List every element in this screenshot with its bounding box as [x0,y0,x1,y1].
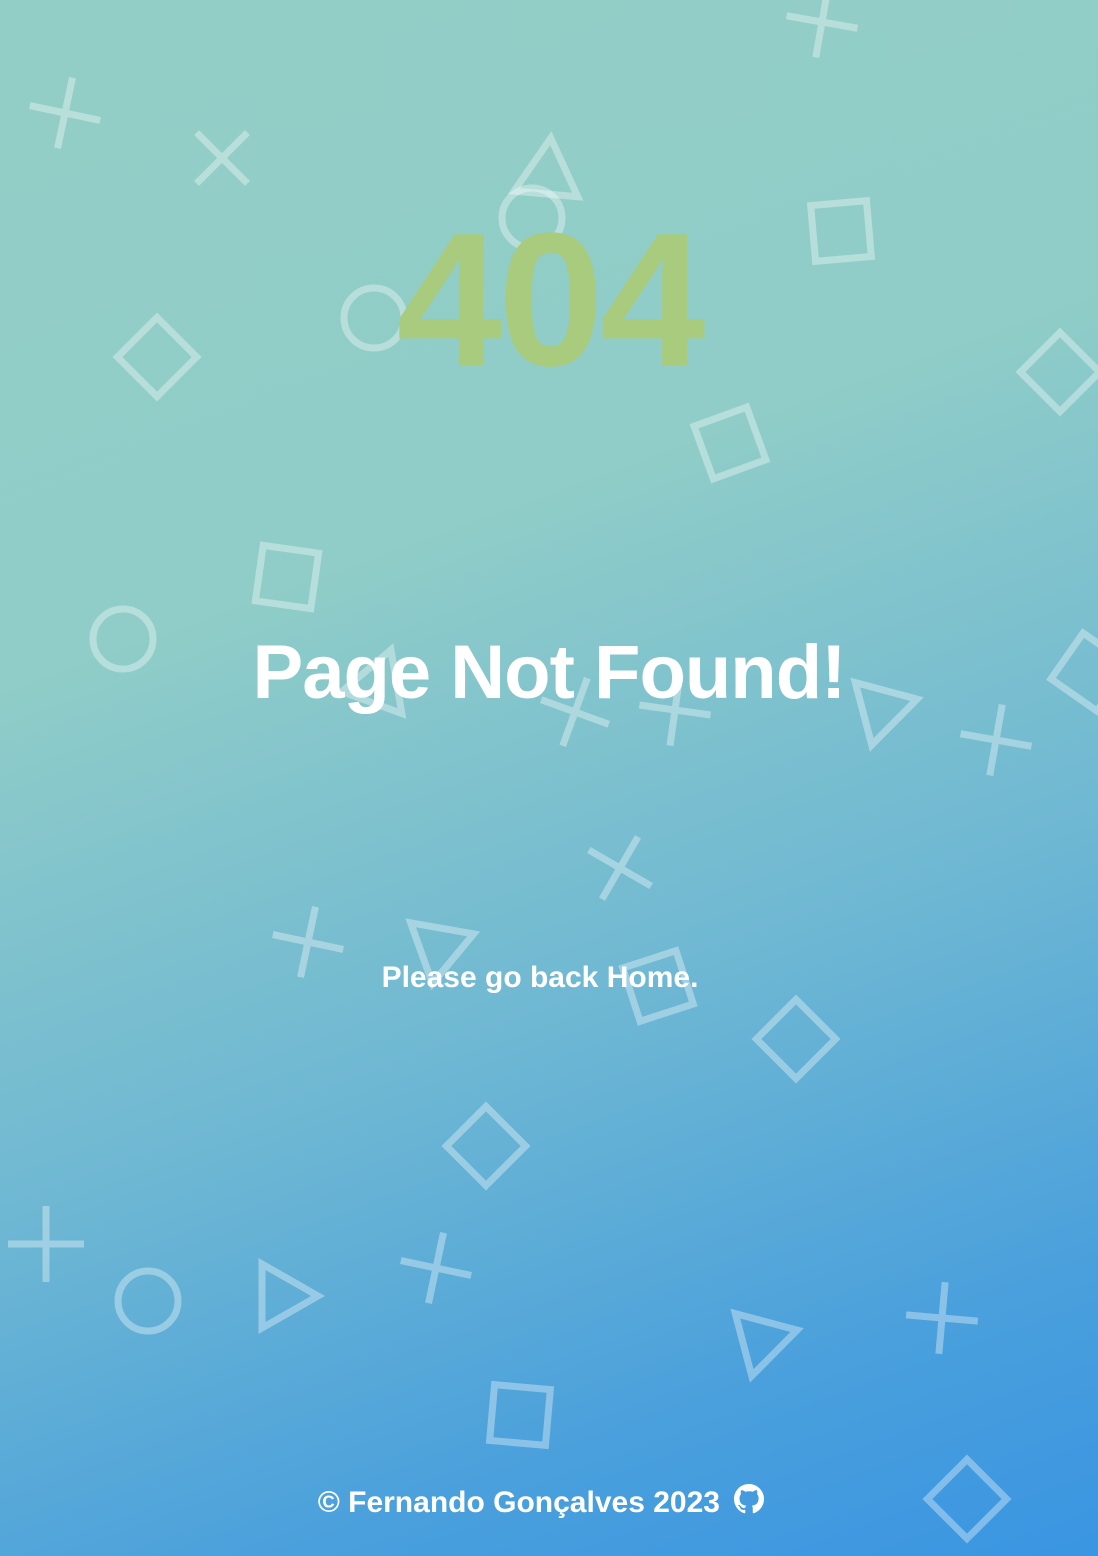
footer: © Fernando Gonçalves 2023 [0,1484,1082,1522]
cross-icon [194,130,250,186]
page-title: Page Not Found! [252,630,847,715]
home-link[interactable]: Home [607,961,690,994]
square-icon [751,994,841,1084]
triangle-icon [730,1308,804,1383]
message-prefix: Please go back [381,961,607,994]
circle-icon [114,1267,182,1335]
cross-icon [905,1281,979,1355]
square-icon [689,402,771,484]
square-icon [251,541,323,613]
github-link[interactable] [728,1484,765,1519]
triangle-icon [258,1257,326,1335]
cross-icon [400,1232,472,1304]
github-icon [734,1484,765,1514]
error-code: 404 [396,194,705,406]
cross-icon [29,77,101,149]
message-suffix: . [690,961,699,994]
square-icon [441,1101,531,1191]
copyright-text: © Fernando Gonçalves 2023 [317,1486,720,1519]
cross-icon [8,1206,84,1282]
back-home-message: Please go back Home. [0,960,1080,996]
cross-icon [587,835,653,901]
square-icon [485,1380,555,1450]
cross-icon [785,0,859,59]
